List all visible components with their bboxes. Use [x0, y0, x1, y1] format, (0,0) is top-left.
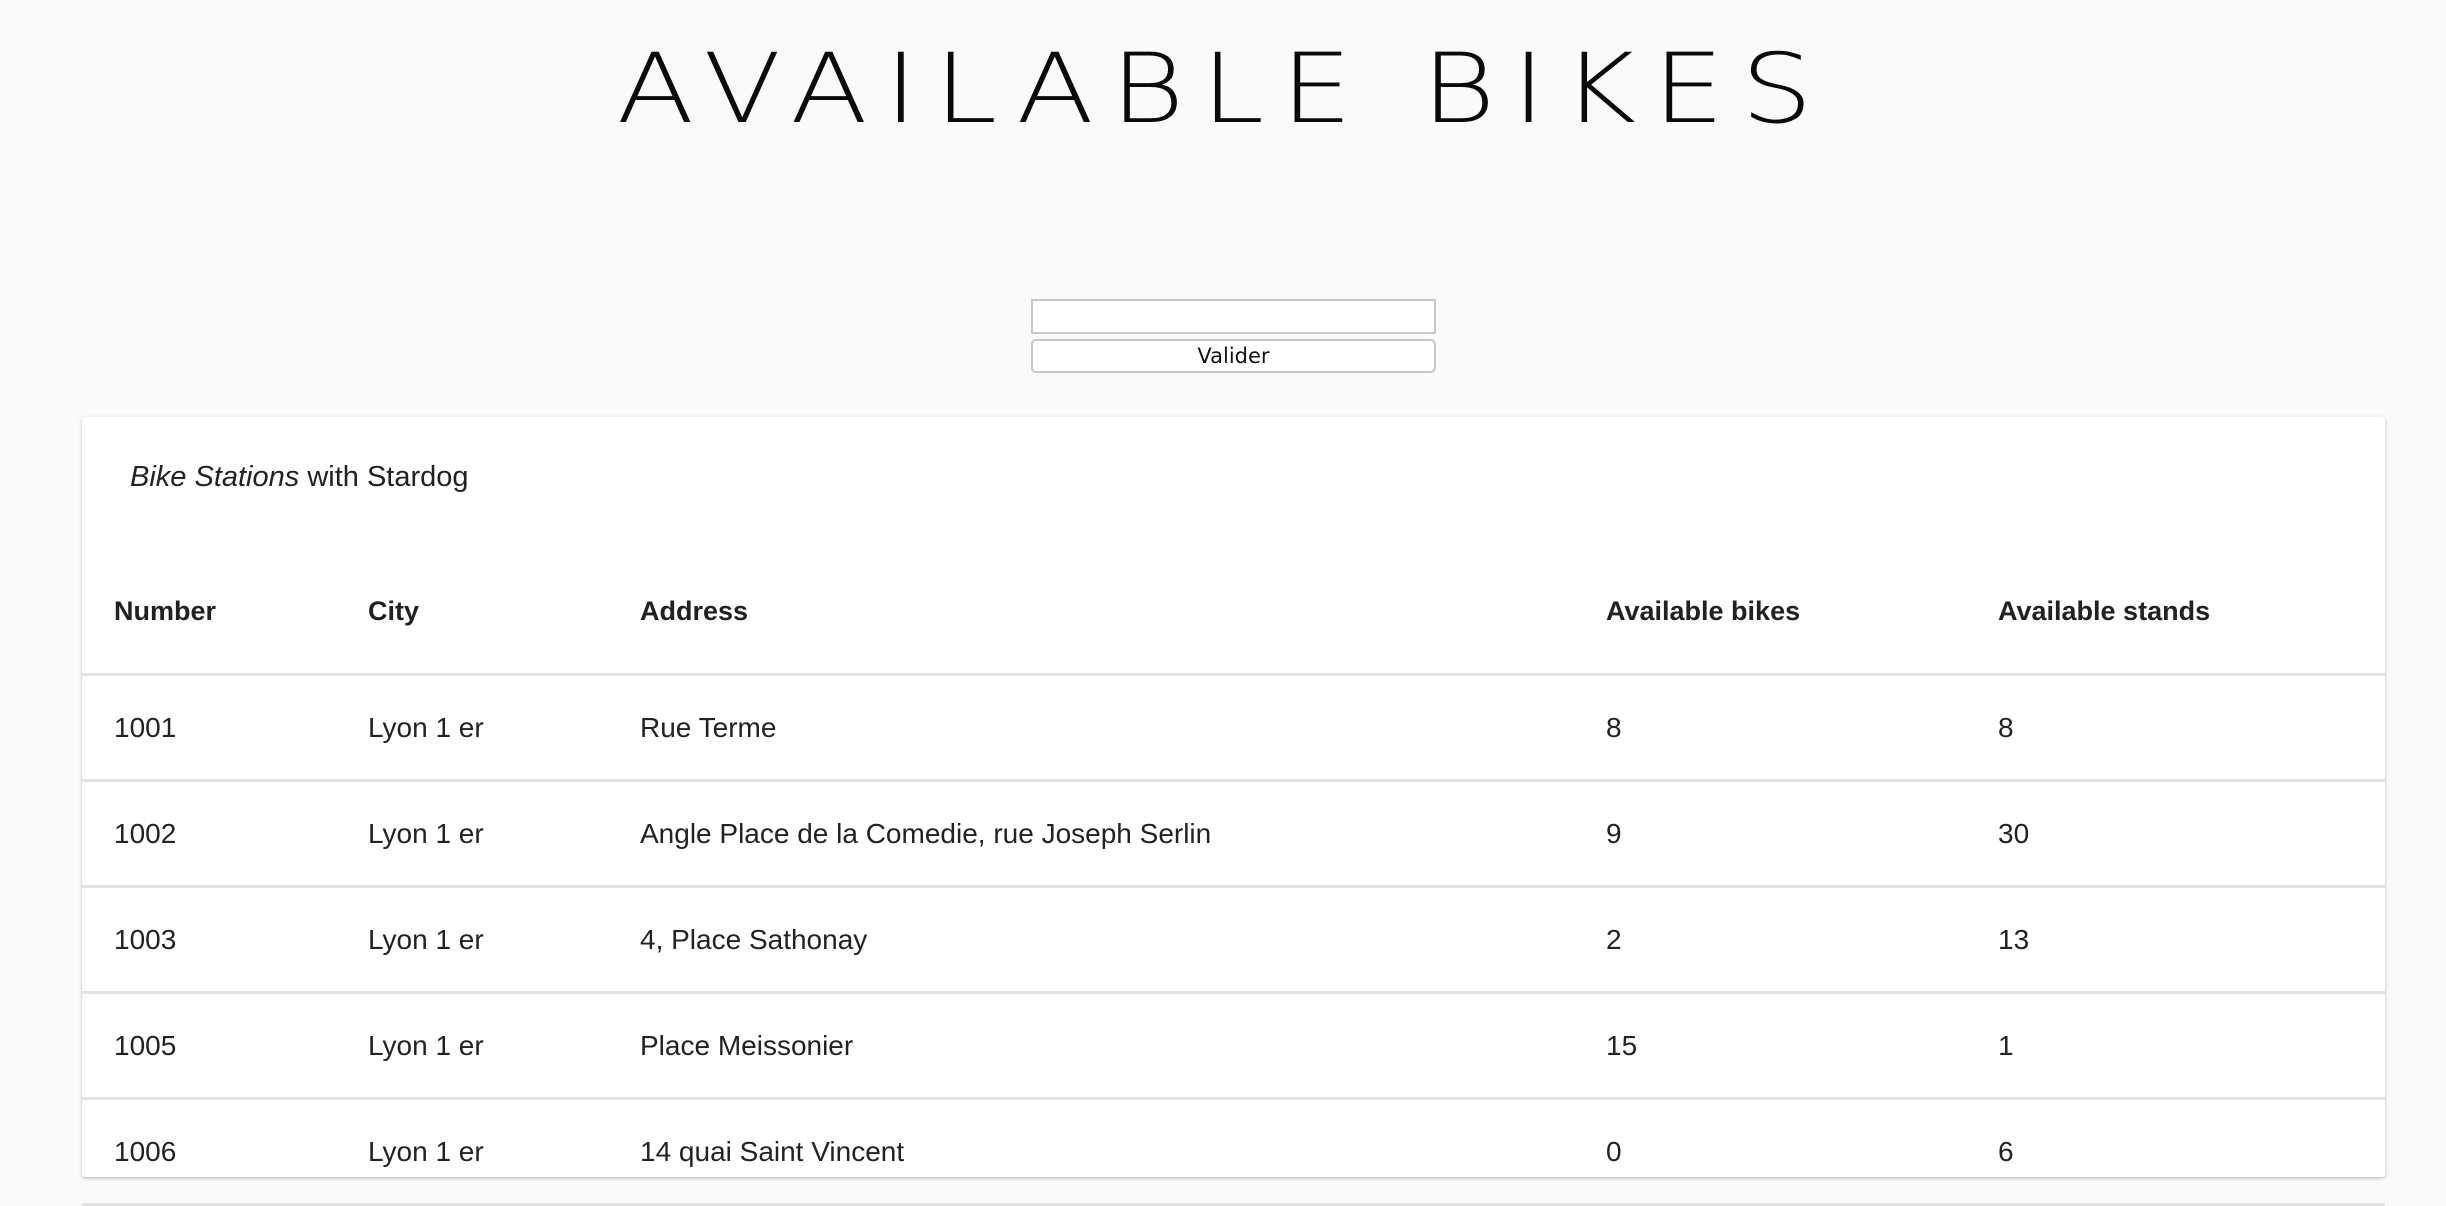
- stations-table: Number City Address Available bikes Avai…: [82, 550, 2385, 1206]
- card-title-rest: with Stardog: [299, 461, 469, 493]
- table-row[interactable]: 1002 Lyon 1 er Angle Place de la Comedie…: [82, 780, 2385, 888]
- column-header-city[interactable]: City: [336, 550, 608, 676]
- cell-city: Lyon 1 er: [336, 992, 608, 1100]
- cell-available-bikes: 0: [1574, 1098, 1966, 1206]
- page-title: AVAILABLE BIKES: [616, 33, 1830, 145]
- stations-card: Bike Stations with Stardog Number City A…: [82, 417, 2385, 1206]
- cell-available-stands: 13: [1966, 886, 2385, 994]
- cell-available-bikes: 15: [1574, 992, 1966, 1100]
- card-title-italic: Bike Stations: [130, 461, 300, 493]
- table-row[interactable]: 1001 Lyon 1 er Rue Terme 8 8: [82, 674, 2385, 782]
- cell-city: Lyon 1 er: [336, 886, 608, 994]
- cell-number: 1003: [82, 886, 336, 994]
- column-header-available-stands[interactable]: Available stands: [1966, 550, 2385, 676]
- column-header-available-bikes[interactable]: Available bikes: [1574, 550, 1966, 676]
- cell-number: 1002: [82, 780, 336, 888]
- cell-address: Angle Place de la Comedie, rue Joseph Se…: [608, 780, 1574, 888]
- cell-city: Lyon 1 er: [336, 780, 608, 888]
- cell-available-stands: 6: [1966, 1098, 2385, 1206]
- cell-address: Place Meissonier: [608, 992, 1574, 1100]
- table-row[interactable]: 1005 Lyon 1 er Place Meissonier 15 1: [82, 992, 2385, 1100]
- card-title: Bike Stations with Stardog: [130, 461, 469, 494]
- cell-available-stands: 1: [1966, 992, 2385, 1100]
- cell-available-stands: 30: [1966, 780, 2385, 888]
- cell-address: 4, Place Sathonay: [608, 886, 1574, 994]
- cell-address: 14 quai Saint Vincent: [608, 1098, 1574, 1206]
- cell-number: 1005: [82, 992, 336, 1100]
- table-row[interactable]: 1003 Lyon 1 er 4, Place Sathonay 2 13: [82, 886, 2385, 994]
- column-header-address[interactable]: Address: [608, 550, 1574, 676]
- cell-available-bikes: 8: [1574, 674, 1966, 782]
- cell-city: Lyon 1 er: [336, 1098, 608, 1206]
- cell-available-stands: 8: [1966, 674, 2385, 782]
- cell-address: Rue Terme: [608, 674, 1574, 782]
- search-form: Valider: [1031, 299, 1436, 373]
- table-row[interactable]: 1006 Lyon 1 er 14 quai Saint Vincent 0 6: [82, 1098, 2385, 1206]
- cell-city: Lyon 1 er: [336, 674, 608, 782]
- cell-available-bikes: 9: [1574, 780, 1966, 888]
- cell-number: 1001: [82, 674, 336, 782]
- submit-button[interactable]: Valider: [1031, 339, 1436, 373]
- search-input[interactable]: [1031, 299, 1436, 334]
- column-header-number[interactable]: Number: [82, 550, 336, 676]
- cell-available-bikes: 2: [1574, 886, 1966, 994]
- table-header-row: Number City Address Available bikes Avai…: [82, 550, 2385, 676]
- cell-number: 1006: [82, 1098, 336, 1206]
